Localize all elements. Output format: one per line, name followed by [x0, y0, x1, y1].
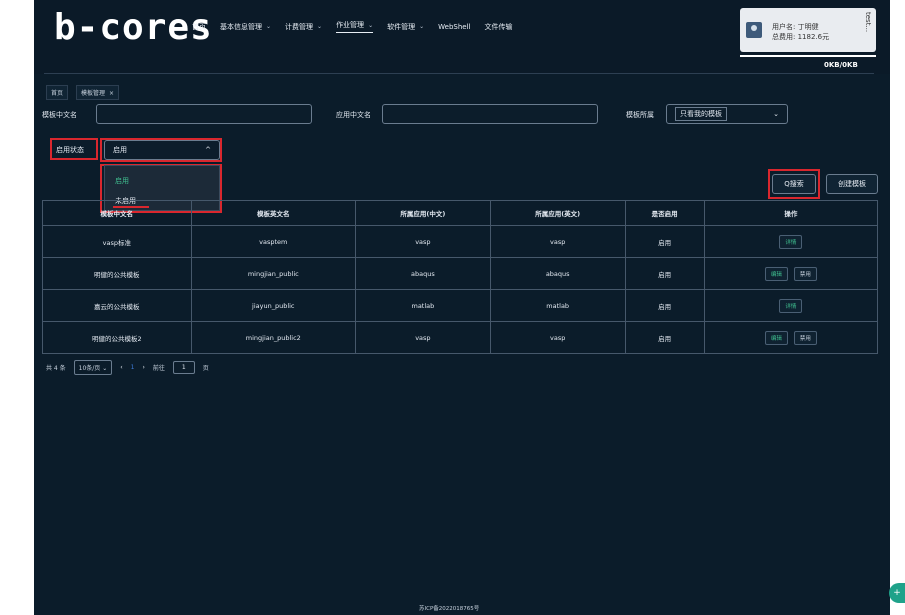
chevron-up-icon: ^: [205, 146, 211, 154]
user-extra-text: test...: [864, 12, 872, 33]
transfer-progress-bar: [740, 55, 876, 57]
edit-button[interactable]: 编辑: [764, 330, 788, 345]
app-cn-label: 应用中文名: [336, 111, 371, 119]
column-header: 模板英文名: [190, 200, 356, 226]
nav-item-jobs[interactable]: 作业管理 ⌄: [336, 20, 374, 33]
icp-footer[interactable]: 苏ICP备2022018765号: [419, 604, 479, 612]
app-frame: b-cores 首页 基本信息管理 ⌄ 计费管理 ⌄ 作业管理 ⌄ 软件管理 ⌄ Web…: [34, 0, 890, 615]
enabled-status-label: 启用状态: [56, 146, 84, 154]
plus-icon[interactable]: +: [889, 583, 905, 603]
goto-label: 前往: [152, 365, 165, 372]
page-size-select[interactable]: 10条/页 ⌄: [73, 360, 113, 375]
chevron-down-icon: ⌄: [368, 21, 374, 29]
table-header-row: 模板中文名 模板英文名 所属应用(中文) 所属应用(英文) 是否启用 操作: [42, 200, 879, 226]
edit-button[interactable]: 编辑: [764, 266, 788, 281]
username-text: 用户名: 丁明健: [772, 23, 819, 31]
disable-button[interactable]: 禁用: [793, 266, 817, 281]
next-page-button[interactable]: ›: [143, 364, 145, 371]
nav-item-webshell[interactable]: WebShell: [438, 20, 470, 33]
cell-actions: 编辑 禁用: [703, 257, 879, 290]
nav-item-basic-info[interactable]: 基本信息管理 ⌄: [220, 20, 271, 33]
template-belong-select[interactable]: 只看我的模板 ⌄: [666, 104, 788, 124]
cell-template-en: mingjian_public: [190, 257, 356, 290]
cell-template-cn: 明健的公共模板: [42, 257, 192, 290]
table-row: vasp标准 vasptem vasp vasp 启用 详情: [42, 225, 879, 258]
chevron-down-icon: ⌄: [317, 23, 323, 30]
tab-home[interactable]: 首页: [46, 85, 69, 100]
cell-enabled: 启用: [624, 225, 705, 258]
page-number[interactable]: 1: [131, 364, 135, 371]
cell-app-en: vasp: [489, 321, 626, 354]
cell-app-en: vasp: [489, 225, 626, 258]
cell-app-en: abaqus: [489, 257, 626, 290]
cell-app-cn: matlab: [354, 289, 491, 322]
chevron-down-icon: ⌄: [419, 23, 425, 30]
cell-enabled: 启用: [624, 321, 705, 354]
nav-item-software[interactable]: 软件管理 ⌄: [387, 20, 424, 33]
column-header: 是否启用: [624, 200, 705, 226]
table-row: 嘉云的公共模板 jiayun_public matlab matlab 启用 详…: [42, 289, 879, 322]
disable-button[interactable]: 禁用: [793, 330, 817, 345]
enabled-status-select[interactable]: 启用 ^: [104, 140, 220, 160]
details-button[interactable]: 详情: [779, 298, 803, 313]
template-cn-input[interactable]: [96, 104, 312, 124]
nav-item-file-transfer[interactable]: 文件传输: [484, 20, 512, 33]
balance-text: 总费用: 1182.6元: [772, 33, 830, 41]
chevron-down-icon: ⌄: [773, 110, 779, 118]
details-button[interactable]: 详情: [779, 234, 803, 249]
table-row: 明健的公共模板2 mingjian_public2 vasp vasp 启用 编…: [42, 321, 879, 354]
traffic-text: 0KB/0KB: [824, 61, 858, 69]
template-belong-label: 模板所属: [626, 111, 654, 119]
pagination: 共 4 条 10条/页 ⌄ ‹ 1 › 前往 1 页: [46, 360, 209, 375]
column-header: 所属应用(中文): [354, 200, 491, 226]
page-tabs: 首页 模板管理 ×: [46, 85, 120, 100]
nav-item-billing[interactable]: 计费管理 ⌄: [285, 20, 322, 33]
page-unit-label: 页: [202, 365, 209, 372]
total-count: 共 4 条: [46, 365, 66, 372]
create-template-button[interactable]: 创建模板: [826, 174, 878, 194]
dropdown-option-enabled[interactable]: 启用: [115, 176, 129, 186]
cell-app-cn: vasp: [354, 225, 491, 258]
cell-template-cn: 明健的公共模板2: [42, 321, 192, 354]
tab-template-management[interactable]: 模板管理 ×: [76, 85, 120, 100]
column-header: 所属应用(英文): [489, 200, 626, 226]
cell-app-en: matlab: [489, 289, 626, 322]
column-header: 模板中文名: [42, 200, 192, 226]
user-info-panel[interactable]: 用户名: 丁明健 总费用: 1182.6元 test...: [740, 8, 876, 52]
cell-template-en: mingjian_public2: [190, 321, 356, 354]
goto-page-input[interactable]: 1: [172, 361, 195, 374]
close-icon[interactable]: ×: [109, 90, 114, 97]
cell-enabled: 启用: [624, 289, 705, 322]
cell-template-cn: vasp标准: [42, 225, 192, 258]
template-cn-label: 模板中文名: [42, 111, 77, 119]
prev-page-button[interactable]: ‹: [120, 364, 122, 371]
template-table: 模板中文名 模板英文名 所属应用(中文) 所属应用(英文) 是否启用 操作 va…: [42, 200, 879, 354]
table-row: 明健的公共模板 mingjian_public abaqus abaqus 启用…: [42, 257, 879, 290]
main-nav: 首页 基本信息管理 ⌄ 计费管理 ⌄ 作业管理 ⌄ 软件管理 ⌄ WebShell 文件…: [192, 20, 512, 33]
cell-enabled: 启用: [624, 257, 705, 290]
cell-template-cn: 嘉云的公共模板: [42, 289, 192, 322]
cell-actions: 详情: [703, 225, 879, 258]
cell-actions: 详情: [703, 289, 879, 322]
divider: [44, 73, 874, 74]
nav-item-home[interactable]: 首页: [192, 20, 206, 33]
cell-template-en: jiayun_public: [190, 289, 356, 322]
cell-actions: 编辑 禁用: [703, 321, 879, 354]
app-cn-input[interactable]: [382, 104, 598, 124]
avatar: [746, 22, 762, 38]
cell-template-en: vasptem: [190, 225, 356, 258]
column-header: 操作: [703, 200, 879, 226]
chevron-down-icon: ⌄: [102, 365, 108, 372]
cell-app-cn: vasp: [354, 321, 491, 354]
chevron-down-icon: ⌄: [266, 23, 272, 30]
top-bar: b-cores 首页 基本信息管理 ⌄ 计费管理 ⌄ 作业管理 ⌄ 软件管理 ⌄ Web…: [34, 0, 890, 74]
logo: b-cores: [54, 7, 213, 48]
cell-app-cn: abaqus: [354, 257, 491, 290]
search-button[interactable]: Q搜索: [772, 174, 816, 194]
